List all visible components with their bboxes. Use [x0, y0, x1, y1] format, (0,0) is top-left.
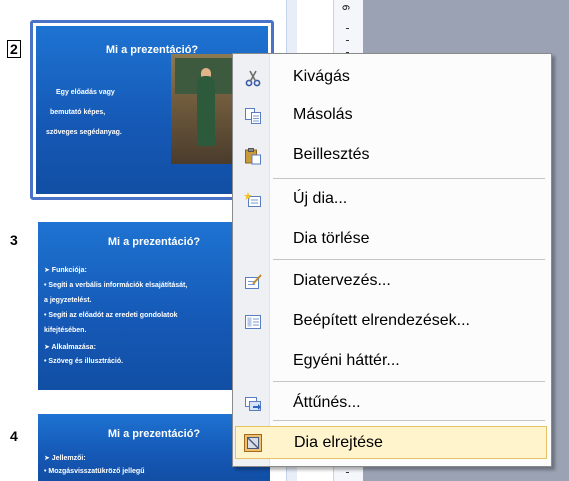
slide-bullet: ➤ Jellemzői: — [44, 455, 86, 462]
slide-bullet: ➤ Alkalmazása: — [44, 344, 96, 351]
menu-item-transition[interactable]: Áttűnés... — [235, 386, 547, 422]
copy-icon — [245, 108, 261, 124]
menu-separator — [273, 381, 545, 382]
menu-item-label: Beépített elrendezések... — [293, 312, 470, 329]
menu-item-hide-slide[interactable]: Dia elrejtése — [235, 426, 547, 459]
paste-icon — [245, 148, 261, 165]
slide-number-2: 2 — [7, 40, 21, 58]
menu-item-slide-design[interactable]: Diatervezés... — [235, 264, 547, 300]
menu-item-label: Kivágás — [293, 68, 350, 85]
context-menu: Kivágás Másolás Beillesztés Új dia... Di… — [232, 53, 552, 467]
menu-item-delete-slide[interactable]: Dia törlése — [235, 222, 547, 258]
menu-item-label: Áttűnés... — [293, 394, 361, 411]
transition-icon — [245, 397, 261, 411]
slide-bullet: • Mozgásvisszatükröző jellegű — [44, 468, 145, 475]
menu-item-paste[interactable]: Beillesztés — [235, 138, 547, 174]
new-slide-icon — [244, 192, 261, 207]
slide-bullet: Egy előadás vagy — [56, 89, 115, 96]
menu-item-label: Másolás — [293, 106, 353, 123]
menu-item-custom-background[interactable]: Egyéni háttér... — [235, 344, 547, 380]
menu-item-label: Beillesztés — [293, 146, 370, 163]
menu-item-copy[interactable]: Másolás — [235, 98, 547, 134]
menu-item-label: Új dia... — [293, 190, 348, 207]
slide-bullet: • Segíti az előadót az eredeti gondolato… — [44, 312, 178, 319]
menu-item-new-slide[interactable]: Új dia... — [235, 182, 547, 218]
menu-item-layouts[interactable]: Beépített elrendezések... — [235, 304, 547, 340]
ruler-label: 6 — [339, 4, 351, 11]
teacher-photo — [171, 54, 239, 164]
slide-bullet: ➤ Funkciója: — [44, 267, 87, 274]
hide-slide-icon — [244, 434, 262, 452]
menu-item-label: Diatervezés... — [293, 272, 391, 289]
menu-separator — [273, 178, 545, 179]
menu-item-label: Dia törlése — [293, 230, 370, 247]
scissors-icon — [245, 70, 261, 87]
slide-number-4: 4 — [10, 428, 18, 444]
slide-bullet: a jegyzetelést. — [44, 297, 92, 304]
menu-item-cut[interactable]: Kivágás — [235, 60, 547, 96]
menu-separator — [273, 259, 545, 260]
slide-bullet: szöveges segédanyag. — [46, 129, 122, 136]
menu-item-label: Dia elrejtése — [294, 434, 383, 451]
slide-bullet: kifejtésében. — [44, 327, 87, 334]
menu-item-label: Egyéni háttér... — [293, 352, 400, 369]
slide-bullet: • Szöveg és illusztráció. — [44, 358, 124, 365]
menu-separator — [273, 420, 545, 421]
slide-bullet: bemutató képes, — [50, 109, 106, 116]
slide-number-3: 3 — [10, 232, 18, 248]
slide-design-icon — [245, 274, 262, 289]
slide-bullet: • Segíti a verbális információk elsajátí… — [44, 282, 188, 289]
layout-icon — [245, 315, 261, 329]
